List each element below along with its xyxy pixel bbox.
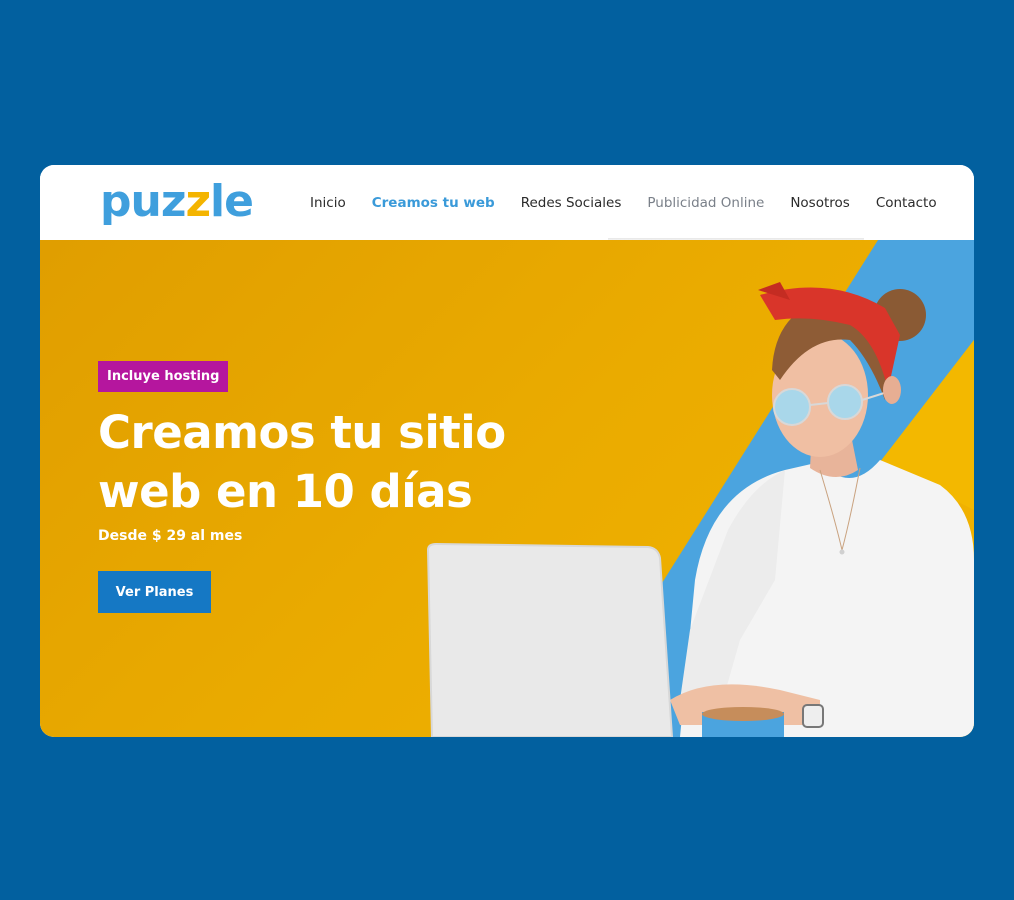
top-navbar: puzzle Inicio Creamos tu web Redes Socia… [40,165,974,242]
website-frame: puzzle Inicio Creamos tu web Redes Socia… [40,165,974,737]
nav-item-contacto[interactable]: Contacto [876,195,937,211]
nav-item-inicio[interactable]: Inicio [310,195,346,211]
nav-item-redes-sociales[interactable]: Redes Sociales [521,195,622,211]
logo-text-part-1: puz [100,176,186,227]
logo-text-part-2: z [185,176,211,227]
woman-with-laptop-illustration [426,282,974,737]
main-nav: Inicio Creamos tu web Redes Sociales Pub… [310,165,937,240]
nav-item-publicidad-online[interactable]: Publicidad Online [647,195,764,211]
hero-price-subheadline: Desde $ 29 al mes [98,528,243,544]
nav-item-nosotros[interactable]: Nosotros [790,195,850,211]
hero-banner: Incluye hosting Creamos tu sitio web en … [40,240,974,737]
logo-text-part-3: le [210,176,254,227]
puzzle-logo[interactable]: puzzle [100,173,254,231]
nav-item-creamos-tu-web[interactable]: Creamos tu web [372,195,495,211]
hosting-badge: Incluye hosting [98,361,229,392]
ver-planes-button[interactable]: Ver Planes [98,571,211,613]
